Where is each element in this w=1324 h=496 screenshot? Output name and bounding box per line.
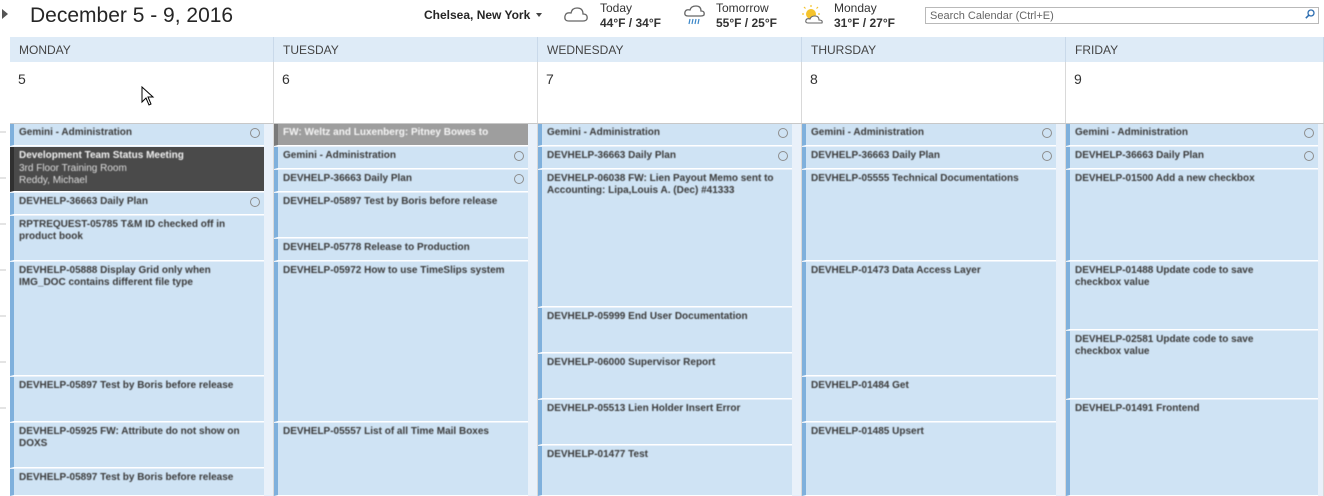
event-item[interactable]: Development Team Status Meeting 3rd Floo… [10, 147, 264, 192]
weather-today-temp: 44°F / 34°F [600, 16, 661, 30]
event-item[interactable]: DEVHELP-05999 End User Documentation [538, 308, 792, 353]
event-item[interactable]: DEVHELP-06038 FW: Lien Payout Memo sent … [538, 170, 792, 307]
event-item[interactable]: DEVHELP-05897 Test by Boris before relea… [10, 377, 264, 422]
top-bar: December 5 - 9, 2016 Chelsea, New York T… [0, 0, 1324, 36]
search-icon[interactable] [1305, 9, 1315, 19]
recurring-icon [1304, 151, 1314, 161]
chevron-down-icon[interactable] [536, 13, 542, 17]
event-item[interactable]: DEVHELP-36663 Daily Plan [10, 193, 264, 215]
day-cell-6[interactable]: 6 [274, 62, 538, 123]
search-box[interactable] [925, 7, 1319, 24]
day-header-friday[interactable]: FRIDAY [1066, 37, 1324, 62]
recurring-icon [778, 151, 788, 161]
partly-sunny-icon [802, 5, 823, 24]
event-item[interactable]: DEVHELP-01473 Data Access Layer [802, 262, 1056, 376]
day-cell-8[interactable]: 8 [802, 62, 1066, 123]
event-item[interactable]: Gemini - Administration [538, 124, 792, 146]
search-input[interactable] [930, 8, 1300, 23]
event-item[interactable]: DEVHELP-02581 Update code to save checkb… [1066, 331, 1318, 399]
event-item[interactable]: DEVHELP-01500 Add a new checkbox [1066, 170, 1318, 261]
event-item[interactable]: DEVHELP-06000 Supervisor Report [538, 354, 792, 399]
event-item[interactable]: DEVHELP-01484 Get [802, 377, 1056, 422]
event-item[interactable]: RPTREQUEST-05785 T&M ID checked off in p… [10, 216, 264, 261]
event-item[interactable]: Gemini - Administration [274, 147, 528, 169]
event-item[interactable]: DEVHELP-01477 Test [538, 446, 792, 496]
weather-today-label: Today [600, 1, 633, 15]
recurring-icon [778, 128, 788, 138]
event-item[interactable]: DEVHELP-36663 Daily Plan [802, 147, 1056, 169]
recurring-icon [250, 128, 260, 138]
location-selector[interactable]: Chelsea, New York [424, 8, 530, 22]
time-slot-ticks [0, 131, 6, 409]
recurring-icon [1304, 128, 1314, 138]
event-item[interactable]: DEVHELP-05513 Lien Holder Insert Error [538, 400, 792, 445]
day-cell-9[interactable]: 9 [1066, 62, 1324, 123]
day-header-tuesday[interactable]: TUESDAY [274, 37, 538, 62]
event-item[interactable]: FW: Weltz and Luxenberg: Pitney Bowes to [274, 124, 528, 146]
event-item[interactable]: DEVHELP-36663 Daily Plan [538, 147, 792, 169]
event-item[interactable]: DEVHELP-05555 Technical Documentations [802, 170, 1056, 261]
event-item[interactable]: DEVHELP-05897 Test by Boris before relea… [274, 193, 528, 238]
event-item[interactable]: DEVHELP-05888 Display Grid only when IMG… [10, 262, 264, 376]
recurring-icon [1042, 151, 1052, 161]
rain-icon [684, 5, 705, 25]
event-item[interactable]: DEVHELP-36663 Daily Plan [1066, 147, 1318, 169]
event-item[interactable]: Gemini - Administration [802, 124, 1056, 146]
event-item[interactable]: DEVHELP-01488 Update code to save checkb… [1066, 262, 1318, 330]
event-item[interactable]: DEVHELP-01485 Upsert [802, 423, 1056, 496]
day-header-wednesday[interactable]: WEDNESDAY [538, 37, 802, 62]
weather-tomorrow-label: Tomorrow [716, 1, 769, 15]
event-item[interactable]: DEVHELP-05972 How to use TimeSlips syste… [274, 262, 528, 422]
recurring-icon [250, 197, 260, 207]
cloud-icon [564, 7, 588, 22]
recurring-icon [514, 151, 524, 161]
weather-tomorrow-temp: 55°F / 25°F [716, 16, 777, 30]
event-item[interactable]: DEVHELP-05897 Test by Boris before relea… [10, 469, 264, 496]
date-range-title: December 5 - 9, 2016 [30, 4, 234, 27]
weather-monday-label: Monday [834, 1, 877, 15]
weather-monday-temp: 31°F / 27°F [834, 16, 895, 30]
event-item[interactable]: Gemini - Administration [10, 124, 264, 146]
recurring-icon [1042, 128, 1052, 138]
mouse-cursor-icon [141, 86, 155, 106]
recurring-icon [514, 174, 524, 184]
event-item[interactable]: DEVHELP-36663 Daily Plan [274, 170, 528, 192]
day-cell-7[interactable]: 7 [538, 62, 802, 123]
event-item[interactable]: DEVHELP-05925 FW: Attribute do not show … [10, 423, 264, 468]
event-item[interactable]: DEVHELP-01491 Frontend [1066, 400, 1318, 496]
event-item[interactable]: DEVHELP-05557 List of all Time Mail Boxe… [274, 423, 528, 496]
expand-arrow-icon[interactable] [2, 9, 8, 19]
day-header-monday[interactable]: MONDAY [10, 37, 274, 62]
week-calendar-grid: MONDAY TUESDAY WEDNESDAY THURSDAY FRIDAY… [10, 37, 1324, 496]
event-item[interactable]: DEVHELP-05778 Release to Production [274, 239, 528, 261]
event-item[interactable]: Gemini - Administration [1066, 124, 1318, 146]
day-header-thursday[interactable]: THURSDAY [802, 37, 1066, 62]
